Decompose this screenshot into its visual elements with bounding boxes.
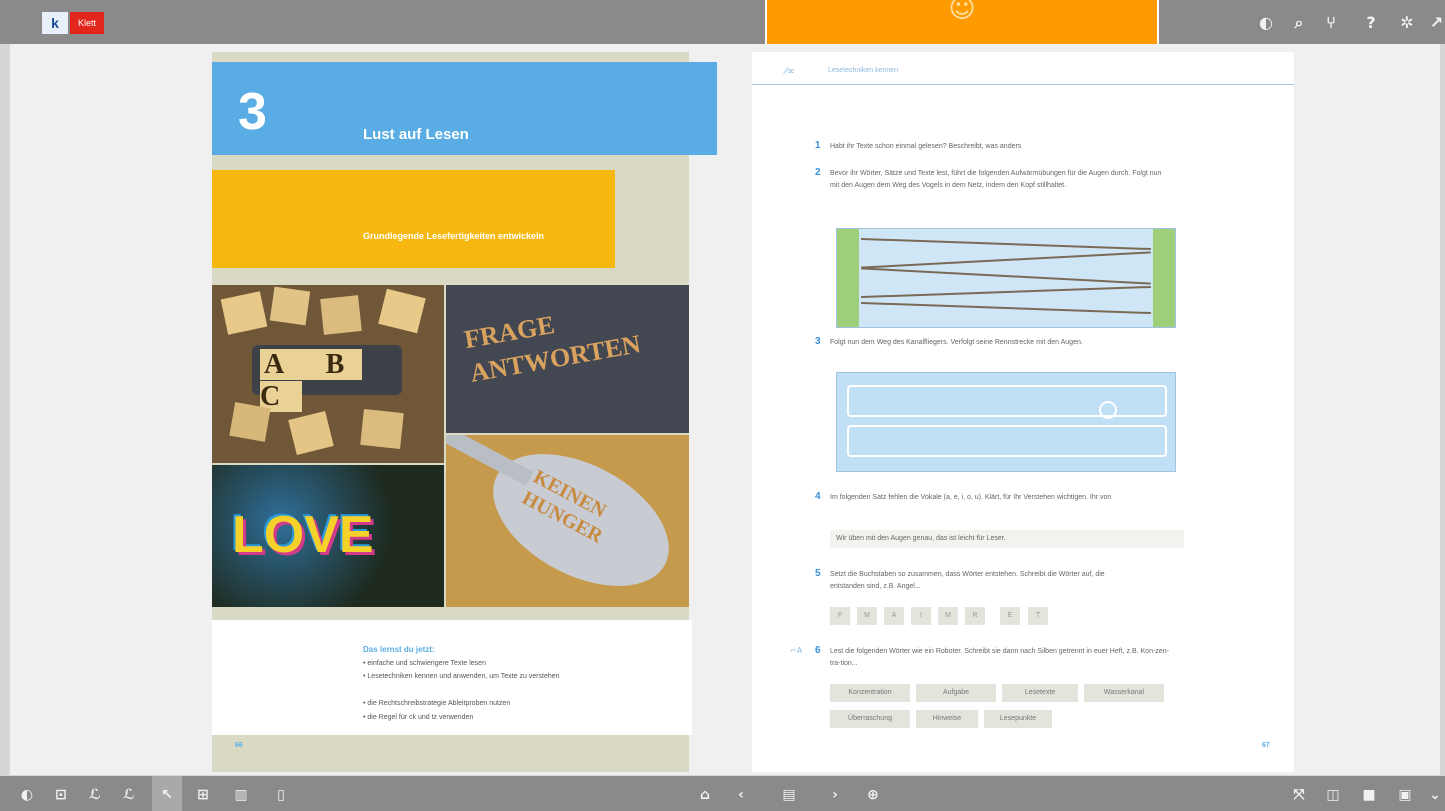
smiley-icon: ☺: [948, 0, 976, 24]
frage-antworten-image: FRAGE ANTWORTEN: [446, 285, 689, 433]
learning-goals-title: Das lernst du jetzt:: [363, 645, 435, 654]
graffiti-love-image: LOVE: [212, 465, 444, 607]
klett-logo-icon[interactable]: k: [42, 12, 68, 34]
bookmark-icon[interactable]: ⊡: [52, 786, 70, 804]
letter-tile[interactable]: M: [938, 607, 958, 625]
task-number: 4: [815, 491, 821, 502]
task-text: Bevor ihr Wörter, Sätze und Texte lest, …: [830, 170, 1162, 189]
letter-tile[interactable]: T: [1028, 607, 1048, 625]
prev-icon[interactable]: ‹: [732, 786, 750, 804]
fullscreen-icon[interactable]: ⤧: [1290, 786, 1308, 804]
feedback-popup[interactable]: ☺: [765, 0, 1159, 50]
right-page-header: Lesetechniken kennen: [828, 67, 899, 74]
letter-tile[interactable]: M: [857, 607, 877, 625]
letter-tile[interactable]: E: [1000, 607, 1020, 625]
task-number: 1: [815, 140, 821, 151]
learning-goal-item: • einfache und schwierigere Texte lesen: [363, 660, 486, 667]
window-icon[interactable]: ▣: [1396, 786, 1414, 804]
spoon-keinen-hunger-image: KEINEN HUNGER: [446, 435, 689, 607]
page-icon[interactable]: ▯: [272, 786, 290, 804]
chapter-subtitle-box: [212, 170, 615, 268]
header-divider: [752, 84, 1294, 85]
next-icon[interactable]: ›: [826, 786, 844, 804]
word-tile[interactable]: Aufgabe: [916, 684, 996, 702]
task-text: Lest die folgenden Wörter wie ein Robote…: [830, 648, 1169, 667]
pen-icon[interactable]: ℒ: [86, 786, 104, 804]
learning-goal-item: • die Regel für ck und tz verwenden: [363, 714, 474, 721]
task-text: Im folgenden Satz fehlen die Vokale (a, …: [830, 494, 1112, 501]
example-sentence: Wir üben mit den Augen genau, das ist le…: [836, 535, 1006, 542]
word-tile[interactable]: Konzentration: [830, 684, 910, 702]
zoom-icon[interactable]: ⊕: [864, 786, 882, 804]
letter-tile[interactable]: F: [830, 607, 850, 625]
racetrack-illustration: [836, 372, 1176, 472]
task-number: 3: [815, 336, 821, 347]
palette-icon[interactable]: ◐: [1255, 12, 1277, 34]
single-page-icon[interactable]: ■: [1360, 786, 1378, 804]
toc-icon[interactable]: ⑂: [1320, 12, 1342, 34]
task-text: Setzt die Buchstaben so zusammen, dass W…: [830, 571, 1105, 590]
frage-text: FRAGE ANTWORTEN: [462, 309, 643, 388]
chapter-number: 3: [238, 83, 267, 141]
abc-text: A B C: [260, 349, 363, 412]
learning-goal-item: • die Rechtschreibstrategie Ableitproben…: [363, 700, 511, 707]
help-icon[interactable]: ?: [1360, 12, 1382, 34]
letter-tile[interactable]: A: [884, 607, 904, 625]
task-text: Habt ihr Texte schon einmal gelesen? Bes…: [830, 143, 1022, 150]
pointer-icon[interactable]: ↖: [158, 786, 176, 804]
partner-work-icon: ⌐A: [790, 646, 803, 655]
letter-tile[interactable]: I: [911, 607, 931, 625]
task-number: 6: [815, 645, 821, 656]
collapse-icon[interactable]: ⌄: [1428, 786, 1442, 804]
learning-goal-item: • Lesetechniken kennen und anwenden, um …: [363, 673, 560, 680]
example-sentence-box: Wir üben mit den Augen genau, das ist le…: [830, 530, 1184, 548]
highlighter-icon[interactable]: ℒ: [120, 786, 138, 804]
bird-net-illustration: [836, 228, 1176, 328]
expand-icon[interactable]: ↗: [1428, 12, 1445, 34]
bottom-toolbar: [0, 776, 1445, 811]
top-toolbar: k Klett ◐ ⌕ ⑂ ? ✲ ↗: [0, 0, 1445, 44]
letter-tile[interactable]: R: [965, 607, 985, 625]
home-icon[interactable]: ⌂: [696, 786, 714, 804]
word-tile[interactable]: Wasserkanal: [1084, 684, 1164, 702]
double-page-icon[interactable]: ◫: [1324, 786, 1342, 804]
klett-brand-logo[interactable]: Klett: [70, 12, 104, 34]
search-icon[interactable]: ⌕: [1288, 12, 1310, 34]
word-tile[interactable]: Lesetexte: [1002, 684, 1078, 702]
pages-icon[interactable]: ▤: [780, 786, 798, 804]
task-number: 2: [815, 167, 821, 178]
settings-icon[interactable]: ✲: [1396, 12, 1418, 34]
right-page-number: 67: [1262, 742, 1270, 749]
tools-icon[interactable]: ⊞: [194, 786, 212, 804]
task-number: 5: [815, 568, 821, 579]
left-page-number: 66: [235, 742, 243, 749]
word-tile[interactable]: Überraschung: [830, 710, 910, 728]
task-text: Folgt nun dem Weg des Kanalfliegers. Ver…: [830, 339, 1083, 346]
trash-icon[interactable]: ▥: [232, 786, 250, 804]
chapter-subtitle: Grundlegende Lesefertigkeiten entwickeln: [363, 231, 545, 241]
reading-glasses-icon: ⁄∞: [785, 66, 795, 77]
chapter-title: Lust auf Lesen: [363, 126, 469, 143]
word-tile[interactable]: Hinweise: [916, 710, 978, 728]
toggle-icon[interactable]: ◐: [18, 786, 36, 804]
word-tile[interactable]: Lesepunkte: [984, 710, 1052, 728]
scrabble-abc-image: A B C: [212, 285, 444, 463]
love-text: LOVE: [232, 506, 374, 564]
